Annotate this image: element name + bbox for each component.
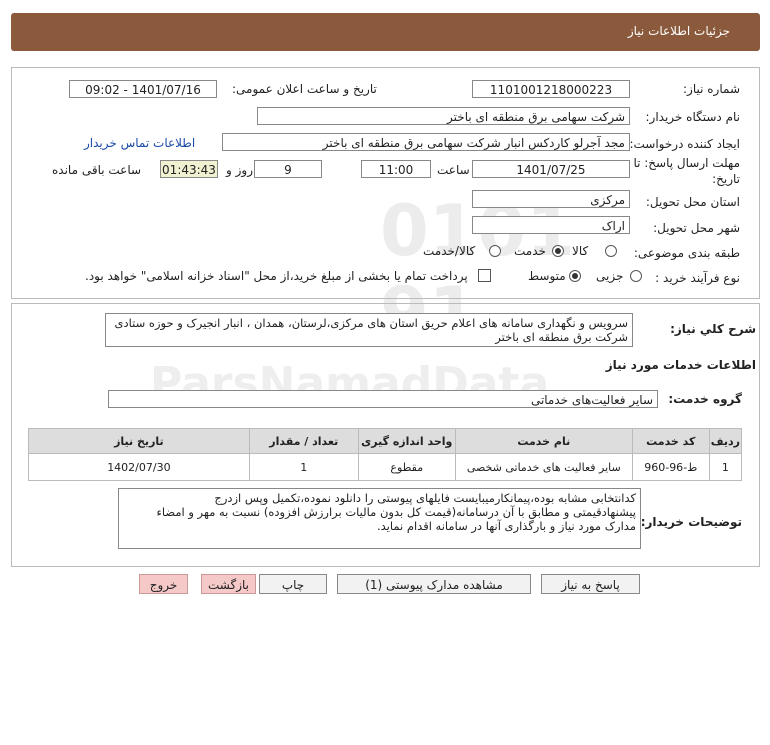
treasury-payment-note: پرداخت تمام یا بخشی از مبلغ خرید،از محل … [85, 269, 468, 283]
attachments-button[interactable]: مشاهده مدارک پیوستی (1) [337, 574, 531, 594]
summary-text: سرویس و نگهداری سامانه های اعلام حریق اس… [105, 313, 633, 347]
days-field: 9 [254, 160, 322, 178]
cell-service-name: سایر فعالیت های خدماتی شخصی [454, 453, 633, 481]
contact-buyer-link[interactable]: اطلاعات تماس خریدار [84, 136, 195, 150]
cell-row: 1 [708, 453, 743, 481]
process-label: نوع فرآیند خرید : [655, 271, 740, 285]
category-option-goods: کالا [572, 244, 589, 258]
buyer-notes-line-1: کدانتخابی مشابه بوده،پیمانکارمیبایست فای… [214, 491, 636, 505]
creator-label: ایجاد کننده درخواست: [629, 137, 740, 151]
buyer-notes-label: توضیحات خریدار: [640, 515, 742, 529]
deadline-time-field: 11:00 [361, 160, 431, 178]
time-label: ساعت [437, 163, 470, 177]
services-section-title: اطلاعات خدمات مورد نیاز [605, 358, 756, 372]
service-group-label: گروه خدمت: [668, 392, 742, 406]
category-radio-goods-service[interactable] [489, 245, 501, 257]
summary-line-1: سرویس و نگهداری سامانه های اعلام حریق اس… [114, 316, 628, 330]
deadline-label: مهلت ارسال پاسخ: تا [633, 156, 740, 170]
deadline-label-date: تاریخ: [712, 172, 740, 186]
back-button[interactable]: بازگشت [201, 574, 256, 594]
page-title: جزئیات اطلاعات نیاز [627, 24, 730, 38]
cell-service-code: ط-96-960 [631, 453, 710, 481]
category-option-service: خدمت [514, 244, 546, 258]
services-table: ردیف کد خدمت نام خدمت واحد اندازه گیری ت… [28, 428, 743, 481]
city-field: اراک [472, 216, 630, 234]
need-number-field: 1101001218000223 [472, 80, 630, 98]
category-label: طبقه بندی موضوعی: [633, 246, 740, 260]
process-radio-minor[interactable] [630, 270, 642, 282]
buyer-field: شرکت سهامی برق منطقه ای باختر [257, 107, 630, 125]
category-radio-service[interactable] [552, 245, 564, 257]
page-header: جزئیات اطلاعات نیاز [11, 13, 760, 51]
col-need-date: تاریخ نیاز [28, 428, 250, 454]
remaining-label: ساعت باقی مانده [52, 163, 142, 177]
services-table-header: ردیف کد خدمت نام خدمت واحد اندازه گیری ت… [28, 428, 743, 454]
announce-label: تاریخ و ساعت اعلان عمومی: [232, 82, 377, 96]
col-quantity: تعداد / مقدار [248, 428, 359, 454]
cell-unit: مقطوع [357, 453, 456, 481]
info-panel [11, 67, 760, 299]
province-label: استان محل تحویل: [645, 195, 740, 209]
need-number-label: شماره نیاز: [683, 82, 740, 96]
deadline-date-field: 1401/07/25 [472, 160, 630, 178]
summary-line-2: شرکت برق منطقه ای باختر [495, 330, 628, 344]
reply-button[interactable]: پاسخ به نیاز [541, 574, 640, 594]
city-label: شهر محل تحویل: [653, 221, 740, 235]
process-option-minor: جزیی [596, 269, 624, 283]
treasury-payment-checkbox[interactable] [478, 269, 491, 282]
buyer-notes-line-3: مدارک مورد نیاز و بارگذاری آنها در سامان… [376, 519, 636, 533]
announce-field: 1401/07/16 - 09:02 [69, 80, 217, 98]
col-service-code: کد خدمت [631, 428, 710, 454]
remaining-time-field: 01:43:43 [160, 160, 218, 178]
buyer-label: نام دستگاه خریدار: [645, 110, 741, 124]
province-field: مرکزی [472, 190, 630, 208]
buyer-notes-line-2: پیشنهادقیمتی و مطابق با آن درسامانه(قیمت… [156, 505, 636, 519]
cell-need-date: 1402/07/30 [28, 453, 250, 481]
buyer-notes-text: کدانتخابی مشابه بوده،پیمانکارمیبایست فای… [118, 488, 641, 549]
col-unit: واحد اندازه گیری [357, 428, 456, 454]
days-label: روز و [226, 163, 253, 177]
table-row: 1 ط-96-960 سایر فعالیت های خدماتی شخصی م… [28, 453, 743, 481]
category-option-goods-service: کالا/خدمت [423, 244, 476, 258]
exit-button[interactable]: خروج [139, 574, 188, 594]
process-radio-medium[interactable] [569, 270, 581, 282]
summary-label: شرح کلي نیاز: [670, 322, 756, 336]
service-group-field: سایر فعالیت‌های خدماتی [108, 390, 658, 408]
process-option-medium: متوسط [528, 269, 566, 283]
category-radio-goods[interactable] [605, 245, 617, 257]
col-service-name: نام خدمت [454, 428, 633, 454]
col-row: ردیف [708, 428, 743, 454]
creator-field: مجد آجرلو کاردکس انبار شرکت سهامی برق من… [222, 133, 630, 151]
cell-quantity: 1 [248, 453, 359, 481]
print-button[interactable]: چاپ [259, 574, 327, 594]
